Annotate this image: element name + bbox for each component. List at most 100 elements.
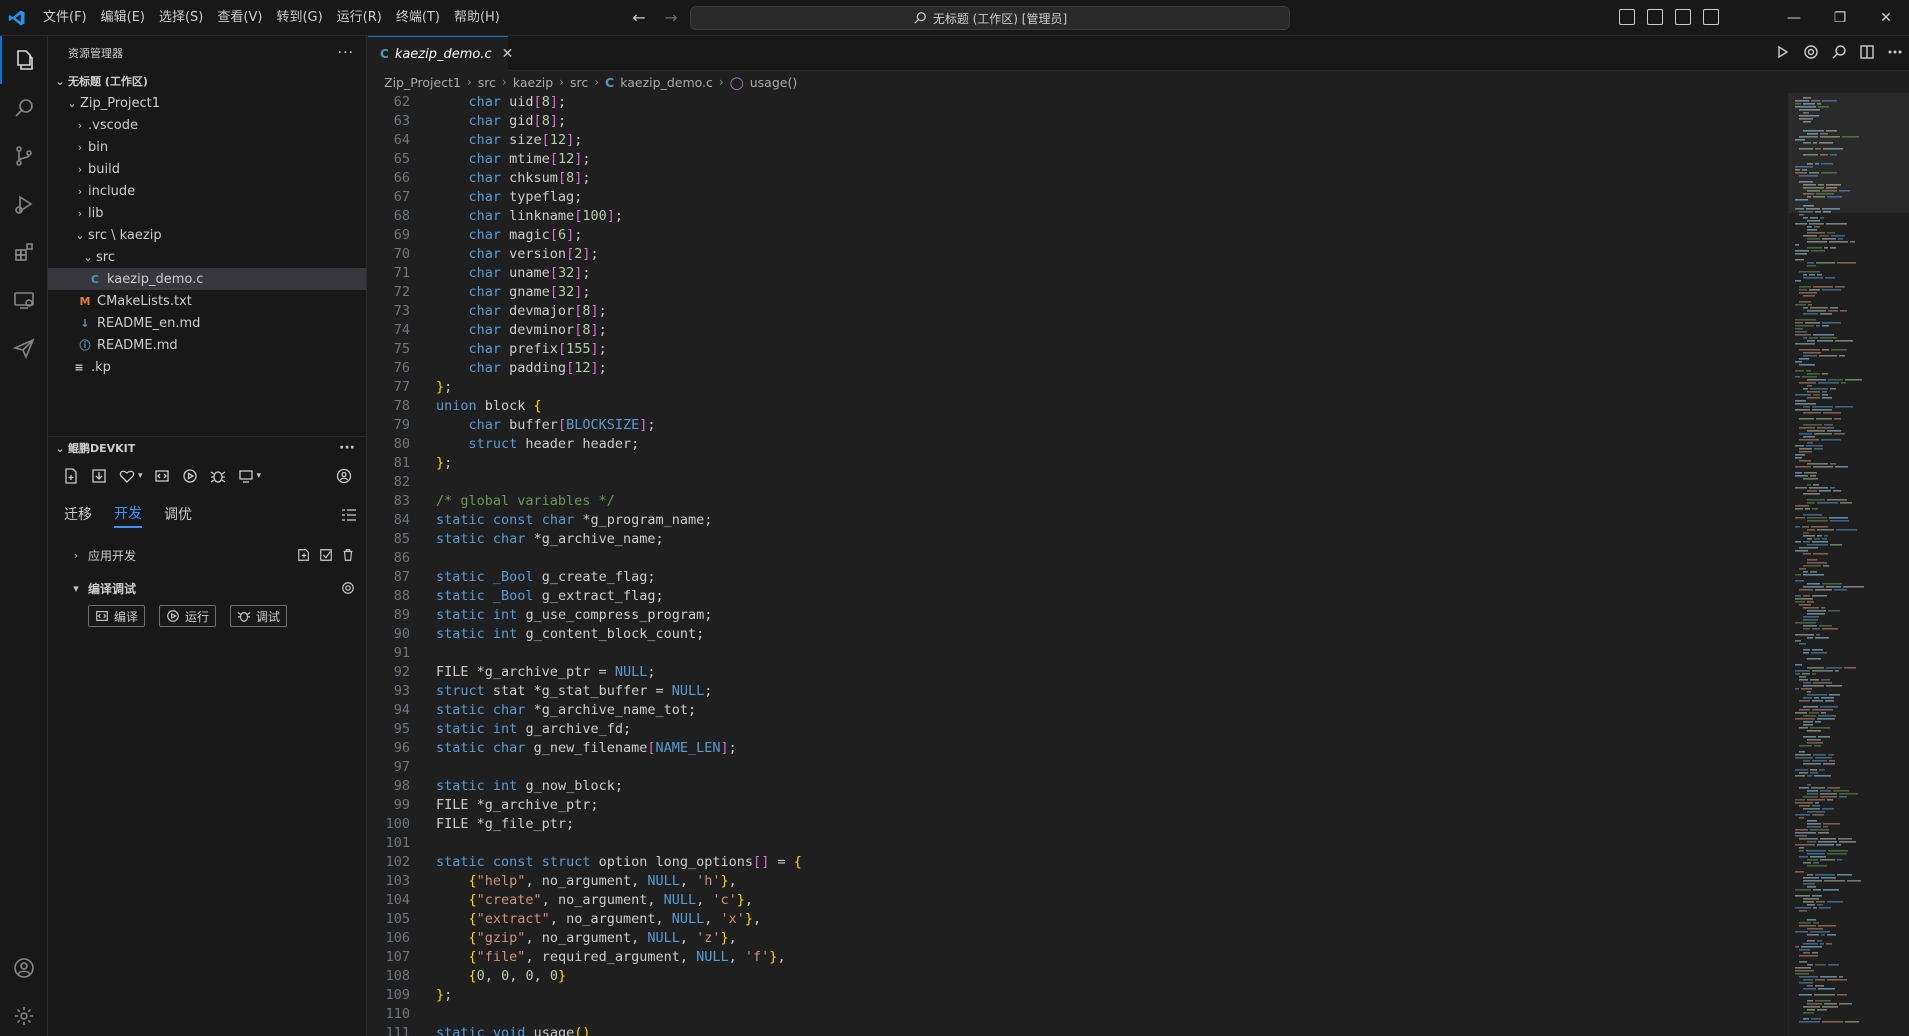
- extensions-icon[interactable]: [0, 228, 48, 276]
- run-debug-icon[interactable]: [0, 180, 48, 228]
- delete-icon[interactable]: [341, 548, 355, 562]
- settings-icon[interactable]: [341, 581, 355, 595]
- code-line[interactable]: 67 char typeflag;: [368, 188, 1788, 207]
- breadcrumb-item[interactable]: Zip_Project1: [384, 75, 461, 90]
- compile-button[interactable]: 编译: [88, 605, 146, 627]
- explorer-icon[interactable]: [0, 36, 48, 84]
- breadcrumb-item[interactable]: kaezip: [513, 75, 553, 90]
- code-line[interactable]: 79 char buffer[BLOCKSIZE];: [368, 416, 1788, 435]
- code-line[interactable]: 64 char size[12];: [368, 131, 1788, 150]
- tab-development[interactable]: 开发: [114, 503, 142, 528]
- compile-debug-section[interactable]: ▾ 编译调试: [48, 573, 367, 603]
- menu-item[interactable]: 查看(V): [210, 6, 269, 30]
- run-debug-dropdown-icon[interactable]: [1775, 44, 1791, 60]
- tab-kaezip-demo[interactable]: C kaezip_demo.c ✕: [368, 36, 513, 71]
- code-line[interactable]: 76 char padding[12];: [368, 359, 1788, 378]
- tree-folder-src-kaezip[interactable]: ⌄ src \ kaezip: [48, 224, 366, 246]
- debug-button[interactable]: 调试: [230, 605, 288, 627]
- code-line[interactable]: 83 /* global variables */: [368, 492, 1788, 511]
- code-line[interactable]: 100 FILE *g_file_ptr;: [368, 815, 1788, 834]
- minimap[interactable]: [1788, 93, 1909, 1036]
- code-line[interactable]: 89 static int g_use_compress_program;: [368, 606, 1788, 625]
- menu-item[interactable]: 选择(S): [152, 6, 210, 30]
- run-button[interactable]: 运行: [159, 605, 217, 627]
- code-editor[interactable]: 62 char uid[8]; 63 char gid[8]; 64 char si…: [368, 93, 1788, 1036]
- app-dev-section[interactable]: › 应用开发: [48, 537, 367, 573]
- settings-gear-icon[interactable]: [0, 992, 48, 1036]
- code-line[interactable]: 62 char uid[8];: [368, 93, 1788, 112]
- close-window-button[interactable]: ✕: [1863, 0, 1909, 36]
- code-line[interactable]: 105 {"extract", no_argument, NULL, 'x'},: [368, 910, 1788, 929]
- code-line[interactable]: 92 FILE *g_archive_ptr = NULL;: [368, 663, 1788, 682]
- toggle-secondary-sidebar-icon[interactable]: [1675, 9, 1691, 25]
- tree-file-kaezip-demo[interactable]: C kaezip_demo.c: [48, 268, 366, 290]
- code-line[interactable]: 88 static _Bool g_extract_flag;: [368, 587, 1788, 606]
- code-line[interactable]: 94 static char *g_archive_name_tot;: [368, 701, 1788, 720]
- menu-item[interactable]: 运行(R): [330, 6, 389, 30]
- tree-folder[interactable]: › build: [48, 158, 366, 180]
- gear-icon[interactable]: [1803, 44, 1819, 60]
- code-line[interactable]: 63 char gid[8];: [368, 112, 1788, 131]
- user-icon[interactable]: [335, 467, 353, 485]
- menu-item[interactable]: 文件(F): [36, 6, 94, 30]
- code-line[interactable]: 102 static const struct option long_optio…: [368, 853, 1788, 872]
- code-line[interactable]: 101: [368, 834, 1788, 853]
- customize-layout-icon[interactable]: [1703, 9, 1719, 25]
- menu-item[interactable]: 转到(G): [269, 6, 329, 30]
- search-icon[interactable]: [1831, 44, 1847, 60]
- tab-migration[interactable]: 迁移: [64, 504, 92, 527]
- code-line[interactable]: 110: [368, 1005, 1788, 1024]
- code-line[interactable]: 93 struct stat *g_stat_buffer = NULL;: [368, 682, 1788, 701]
- code-line[interactable]: 74 char devminor[8];: [368, 321, 1788, 340]
- code-line[interactable]: 86: [368, 549, 1788, 568]
- back-arrow-icon[interactable]: ←: [628, 8, 650, 28]
- code-line[interactable]: 78 union block {: [368, 397, 1788, 416]
- code-line[interactable]: 66 char chksum[8];: [368, 169, 1788, 188]
- code-line[interactable]: 80 struct header header;: [368, 435, 1788, 454]
- devkit-icon[interactable]: [0, 324, 48, 372]
- code-line[interactable]: 108 {0, 0, 0, 0}: [368, 967, 1788, 986]
- import-icon[interactable]: [90, 467, 108, 485]
- new-project-icon[interactable]: [297, 548, 311, 562]
- breadcrumb-item[interactable]: src: [478, 75, 496, 90]
- tree-file-cmakelists[interactable]: M CMakeLists.txt: [48, 290, 366, 312]
- remote-explorer-icon[interactable]: [0, 276, 48, 324]
- code-line[interactable]: 84 static const char *g_program_name;: [368, 511, 1788, 530]
- code-line[interactable]: 95 static int g_archive_fd;: [368, 720, 1788, 739]
- code-line[interactable]: 68 char linkname[100];: [368, 207, 1788, 226]
- tab-tuning[interactable]: 调优: [164, 504, 192, 527]
- minimize-button[interactable]: —: [1771, 0, 1817, 36]
- code-line[interactable]: 85 static char *g_archive_name;: [368, 530, 1788, 549]
- menu-item[interactable]: 帮助(H): [447, 6, 507, 30]
- code-line[interactable]: 98 static int g_now_block;: [368, 777, 1788, 796]
- tree-folder[interactable]: › bin: [48, 136, 366, 158]
- code-line[interactable]: 82: [368, 473, 1788, 492]
- menu-item[interactable]: 终端(T): [389, 6, 447, 30]
- code-line[interactable]: 96 static char g_new_filename[NAME_LEN];: [368, 739, 1788, 758]
- toggle-primary-sidebar-icon[interactable]: [1619, 9, 1635, 25]
- code-line[interactable]: 106 {"gzip", no_argument, NULL, 'z'},: [368, 929, 1788, 948]
- tree-file-readme-en[interactable]: ↓ README_en.md: [48, 312, 366, 334]
- devkit-header[interactable]: ⌄ 鲲鹏DEVKIT ···: [48, 437, 367, 459]
- code-line[interactable]: 99 FILE *g_archive_ptr;: [368, 796, 1788, 815]
- new-file-icon[interactable]: [62, 467, 80, 485]
- tree-file-kp[interactable]: ≡ .kp: [48, 356, 366, 378]
- code-line[interactable]: 87 static _Bool g_create_flag;: [368, 568, 1788, 587]
- list-view-icon[interactable]: [341, 507, 357, 523]
- dropdown-caret-icon[interactable]: ▾: [138, 471, 143, 481]
- restore-button[interactable]: ❐: [1817, 0, 1863, 36]
- compile-icon[interactable]: [153, 467, 171, 485]
- breadcrumb-item[interactable]: kaezip_demo.c: [620, 75, 713, 90]
- more-actions-icon[interactable]: [1887, 44, 1903, 60]
- code-line[interactable]: 97: [368, 758, 1788, 777]
- tree-folder[interactable]: › lib: [48, 202, 366, 224]
- toggle-panel-icon[interactable]: [1647, 9, 1663, 25]
- code-line[interactable]: 90 static int g_content_block_count;: [368, 625, 1788, 644]
- code-line[interactable]: 111 static void usage(): [368, 1024, 1788, 1036]
- code-line[interactable]: 69 char magic[6];: [368, 226, 1788, 245]
- tree-folder-project[interactable]: ⌄ Zip_Project1: [48, 92, 366, 114]
- search-view-icon[interactable]: [0, 84, 48, 132]
- code-line[interactable]: 71 char uname[32];: [368, 264, 1788, 283]
- code-line[interactable]: 73 char devmajor[8];: [368, 302, 1788, 321]
- forward-arrow-icon[interactable]: →: [660, 8, 682, 28]
